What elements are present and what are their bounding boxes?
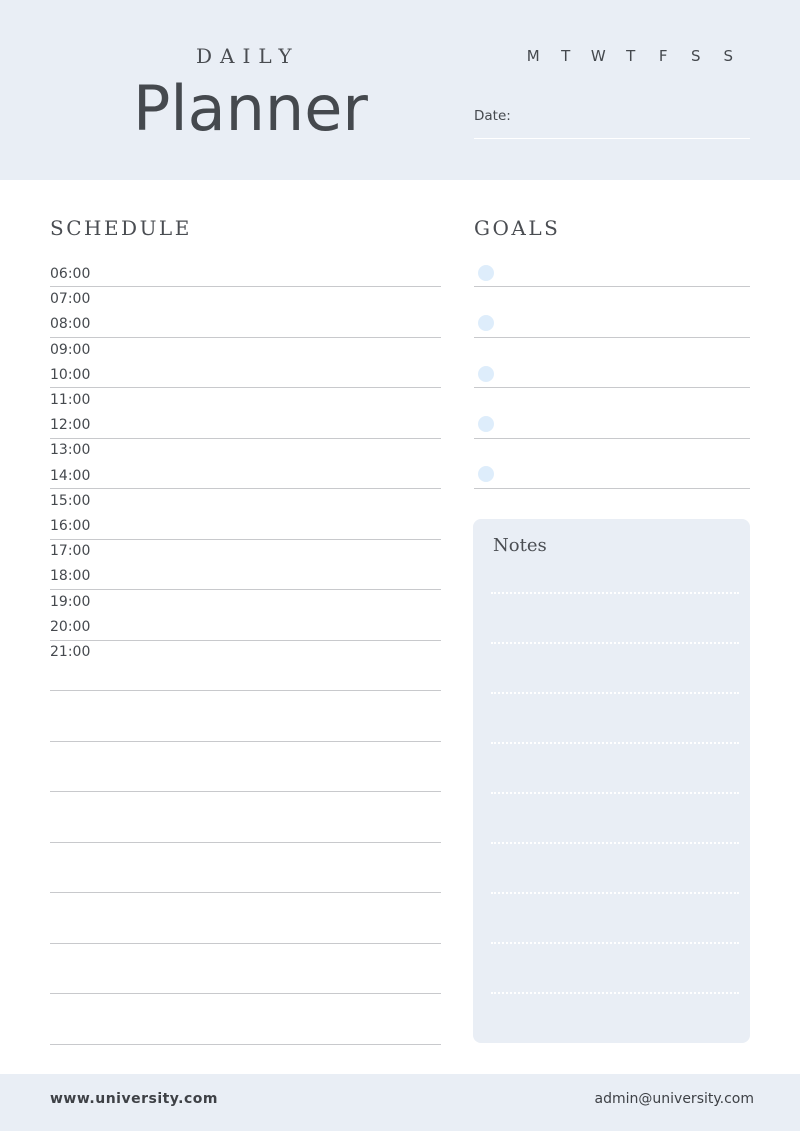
schedule-row-line[interactable]: [50, 488, 441, 489]
goal-line[interactable]: [474, 437, 750, 439]
weekday-saturday[interactable]: S: [680, 47, 713, 65]
schedule-time: 14:00: [50, 467, 91, 484]
schedule-row-line[interactable]: [50, 1043, 441, 1045]
schedule-row-line[interactable]: [50, 387, 441, 388]
goal-checkbox[interactable]: [478, 415, 494, 432]
planner-subtitle: DAILY: [196, 44, 300, 68]
notes-dotted-line: [491, 592, 739, 594]
schedule-row-line[interactable]: [50, 740, 441, 742]
schedule-time: 09:00: [50, 341, 91, 358]
footer-email[interactable]: admin@university.com: [595, 1091, 754, 1107]
schedule-row-line[interactable]: [50, 892, 441, 893]
schedule-time: 20:00: [50, 618, 91, 635]
schedule-row-line[interactable]: [50, 993, 441, 994]
schedule-row-line[interactable]: [50, 336, 441, 338]
header-banner: DAILY Planner M T W T F S S Date:: [0, 0, 800, 180]
weekday-monday[interactable]: M: [517, 47, 550, 65]
schedule-time: 16:00: [50, 518, 91, 534]
schedule-time: 08:00: [50, 316, 91, 333]
schedule-row-line[interactable]: [50, 538, 441, 540]
notes-heading: Notes: [493, 535, 547, 556]
weekday-thursday[interactable]: T: [615, 47, 648, 65]
notes-dotted-line: [491, 792, 739, 794]
goals-heading: GOALS: [474, 216, 561, 240]
schedule-time: 17:00: [50, 543, 91, 560]
schedule-row-line[interactable]: [50, 437, 441, 439]
goal-checkbox[interactable]: [478, 265, 494, 281]
notes-dotted-line: [491, 742, 739, 744]
planner-title: Planner: [133, 72, 368, 145]
schedule-row-line[interactable]: [50, 791, 441, 792]
goal-line[interactable]: [474, 387, 750, 388]
schedule-row-line[interactable]: [50, 589, 441, 590]
notes-dotted-line: [491, 992, 739, 994]
weekday-wednesday[interactable]: W: [582, 47, 615, 65]
schedule-time: 06:00: [50, 266, 91, 282]
goal-checkbox[interactable]: [478, 315, 494, 332]
date-field[interactable]: [474, 138, 750, 139]
weekday-selector: M T W T F S S: [517, 47, 745, 65]
weekday-friday[interactable]: F: [647, 47, 680, 65]
schedule-time: 21:00: [50, 644, 91, 660]
weekday-sunday[interactable]: S: [712, 47, 745, 65]
schedule-time: 19:00: [50, 593, 91, 610]
goal-checkbox[interactable]: [478, 466, 494, 483]
footer-website[interactable]: www.university.com: [50, 1091, 218, 1107]
schedule-row-line[interactable]: [50, 286, 441, 287]
schedule-time: 12:00: [50, 417, 91, 434]
goal-line[interactable]: [474, 336, 750, 338]
schedule-time: 11:00: [50, 392, 91, 408]
goal-checkbox[interactable]: [478, 365, 494, 382]
schedule-time: 10:00: [50, 366, 91, 383]
schedule-row-line[interactable]: [50, 942, 441, 944]
schedule-row-line[interactable]: [50, 639, 441, 641]
notes-dotted-line: [491, 842, 739, 844]
goal-line[interactable]: [474, 488, 750, 489]
schedule-time: 15:00: [50, 492, 91, 509]
goal-line[interactable]: [474, 286, 750, 287]
schedule-time: 18:00: [50, 568, 91, 585]
schedule-heading: SCHEDULE: [50, 216, 192, 240]
schedule-row-line[interactable]: [50, 841, 441, 843]
notes-dotted-line: [491, 642, 739, 644]
schedule-time: 07:00: [50, 291, 91, 308]
weekday-tuesday[interactable]: T: [550, 47, 583, 65]
notes-dotted-line: [491, 892, 739, 894]
schedule-row-line[interactable]: [50, 690, 441, 691]
notes-panel[interactable]: Notes: [473, 519, 750, 1043]
date-label: Date:: [474, 108, 511, 124]
schedule-time: 13:00: [50, 442, 91, 459]
footer: www.university.com admin@university.com: [0, 1074, 800, 1131]
notes-dotted-line: [491, 942, 739, 944]
notes-dotted-line: [491, 692, 739, 694]
